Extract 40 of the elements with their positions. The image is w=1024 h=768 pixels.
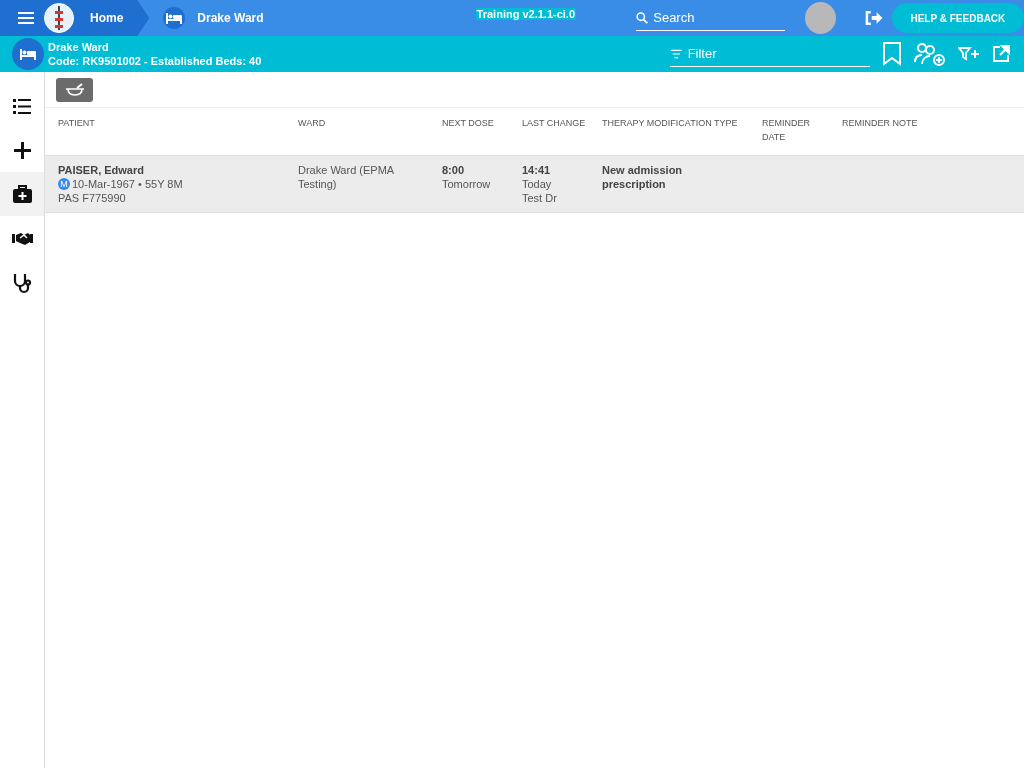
mortar-pestle-button[interactable] (56, 77, 93, 102)
search-field[interactable]: Search (651, 9, 786, 26)
column-header[interactable]: REMINDER DATE (762, 116, 842, 144)
filter-lines-icon (670, 48, 683, 59)
home-breadcrumb[interactable]: Home (0, 0, 150, 36)
logout-icon[interactable] (864, 10, 884, 26)
dose-day: Tomorrow (442, 177, 498, 191)
column-header[interactable]: WARD (298, 116, 442, 130)
menu-icon[interactable] (18, 12, 34, 24)
plus-icon (13, 141, 31, 159)
list-icon (12, 98, 31, 114)
medical-kit-icon (12, 184, 32, 203)
dose-time: 8:00 (442, 163, 466, 177)
sex-badge: M (58, 178, 70, 190)
mortar-pestle-icon (64, 82, 85, 97)
change-day: Today (522, 177, 578, 191)
patient-name: PAISER, Edward (58, 163, 145, 177)
logo-icon (44, 3, 74, 33)
therapy-type: New admission prescription (602, 163, 684, 191)
patient-row[interactable]: PAISER, Edward M 10-Mar-1967 • 55Y 8M PAS F775990 Drake Ward (EPMA Testing) 8:00 Tomorrow 14:41 Today Test Dr New admission prescription (45, 156, 1024, 213)
sidebar-item[interactable] (0, 172, 44, 216)
column-header[interactable]: REMINDER NOTE (842, 116, 1024, 130)
patient-pas: PAS F775990 (58, 191, 127, 205)
ward-title: Drake Ward (48, 41, 110, 53)
change-author: Test Dr (522, 191, 558, 205)
column-header[interactable]: LAST CHANGE (522, 116, 602, 130)
column-header[interactable]: THERAPY MODIFICATION TYPE (602, 116, 762, 130)
column-header[interactable]: NEXT DOSE (442, 116, 522, 130)
bed-drawing (20, 48, 36, 60)
ward-cell-text: Drake Ward (EPMA Testing) (298, 163, 395, 191)
bed-drawing (166, 12, 183, 24)
patient-dob: 10-Mar-1967 • 55Y 8M (72, 177, 183, 191)
handshake-icon (11, 232, 33, 245)
column-header[interactable]: PATIENT (58, 116, 298, 130)
filter-field[interactable]: Filter (685, 45, 870, 62)
ward-subtitle: Code: RK9501002 - Established Beds: 40 (48, 55, 262, 67)
version-label: Training v2.1.1-ci.0 (475, 8, 577, 20)
search-icon (636, 10, 649, 25)
change-time: 14:41 (522, 163, 552, 177)
stethoscope-icon (13, 273, 31, 293)
